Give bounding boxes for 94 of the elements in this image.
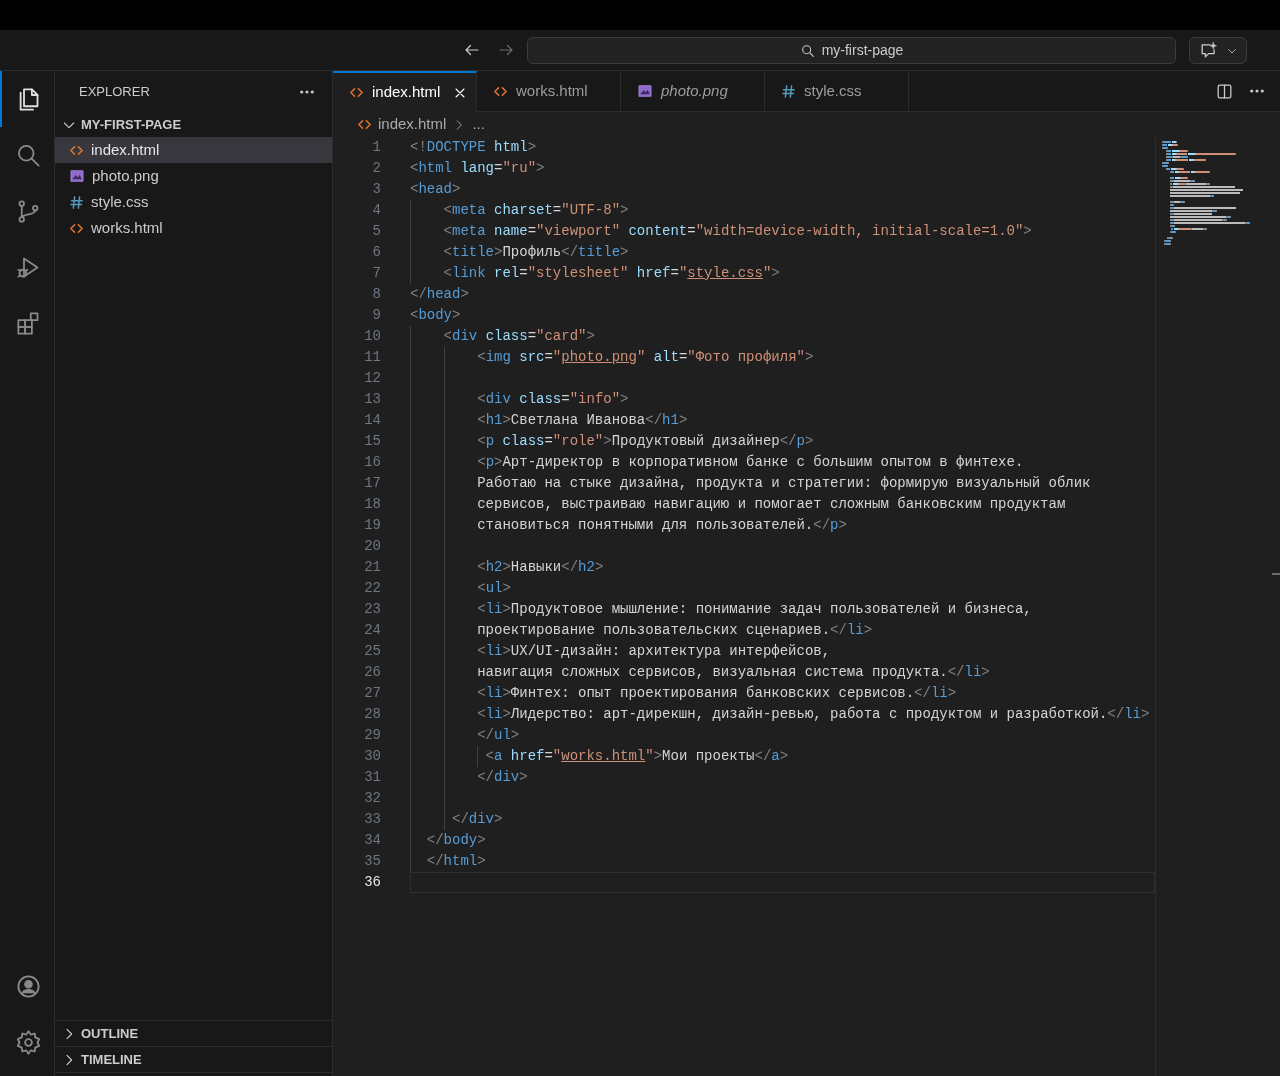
line-number: 2 (371, 159, 381, 178)
line-number: 20 (363, 537, 381, 556)
code-line: <li>UX/UI-дизайн: архитектура интерфейсов, (476, 643, 831, 659)
code-line: сервисов, выстраиваю навигацию и помогает сложным банковским продуктам (476, 496, 1066, 512)
code-line: <h2>Навыки</h2> (476, 559, 604, 575)
line-number: 12 (363, 369, 381, 388)
editor-tab[interactable]: style.css (765, 71, 909, 111)
scroll-marker (1272, 573, 1280, 575)
line-number: 36 (363, 873, 381, 892)
section-header[interactable]: OUTLINE (55, 1020, 332, 1046)
line-number: 13 (363, 390, 381, 409)
line-number: 5 (371, 222, 381, 241)
line-number: 29 (363, 726, 381, 745)
editor-tab[interactable]: works.html (477, 71, 621, 111)
code-line: навигация сложных сервисов, визуальная система продукта.</li> (476, 664, 990, 680)
code-line: <meta charset="UTF-8"> (442, 202, 629, 218)
line-number: 22 (363, 579, 381, 598)
code-line: <!DOCTYPE html> (410, 139, 537, 155)
code-line: <head> (410, 181, 461, 197)
line-number: 6 (371, 243, 381, 262)
code-line: <body> (410, 307, 461, 323)
code-line: <title>Профиль</title> (442, 244, 629, 260)
folder-header[interactable]: MY-FIRST-PAGE (55, 112, 332, 137)
file-item[interactable]: style.css (55, 189, 332, 215)
line-number: 30 (363, 747, 381, 766)
code-line: <h1>Светлана Иванова</h1> (476, 412, 688, 428)
code-line: <a href="works.html">Мои проекты</a> (484, 748, 789, 764)
hash-icon (69, 194, 84, 210)
code-line: Работаю на стыке дизайна, продукта и стратегии: формирую визуальный облик (476, 475, 1091, 491)
file-item[interactable]: works.html (55, 215, 332, 241)
sidebar-title: EXPLORER (79, 82, 150, 101)
code-line: <li>Продуктовое мышление: понимание задач пользователей и бизнеса, (476, 601, 1032, 617)
code-line: <ul> (476, 580, 511, 596)
code-line: </head> (410, 286, 469, 302)
image-icon (637, 83, 653, 99)
code-line: <link rel="stylesheet" href="style.css"> (442, 265, 780, 281)
code-line: </html> (425, 853, 486, 869)
breadcrumb-item[interactable]: index.html (378, 113, 447, 136)
chat-button[interactable] (1189, 37, 1247, 64)
search-icon (799, 42, 816, 59)
editor-tab[interactable]: index.html (333, 71, 477, 112)
line-number: 7 (371, 264, 381, 283)
code-line: </div> (451, 811, 503, 827)
line-number: 25 (363, 642, 381, 661)
line-number: 34 (363, 831, 381, 850)
code-line: <div class="card"> (442, 328, 595, 344)
line-number: 10 (363, 327, 381, 346)
line-number: 33 (363, 810, 381, 829)
code-line: <html lang="ru"> (410, 160, 545, 176)
breadcrumb-item[interactable]: ... (472, 113, 485, 136)
code-line: </div> (476, 769, 528, 785)
code-line: <img src="photo.png" alt="Фото профиля"> (476, 349, 814, 365)
line-number: 23 (363, 600, 381, 619)
line-number: 9 (371, 306, 381, 325)
line-number: 4 (371, 201, 381, 220)
code-line: <p class="role">Продуктовый дизайнер</p> (476, 433, 814, 449)
line-number: 35 (363, 852, 381, 871)
command-center-search[interactable]: my-first-page (527, 37, 1176, 64)
code-icon (357, 117, 372, 132)
account-icon (14, 972, 42, 1000)
hash-icon (781, 83, 796, 99)
file-item[interactable]: photo.png (55, 163, 332, 189)
code-line: </ul> (476, 727, 520, 743)
line-number: 19 (363, 516, 381, 535)
code-line: <div class="info"> (476, 391, 629, 407)
line-number: 28 (363, 705, 381, 724)
editor-tab[interactable]: photo.png (621, 71, 765, 111)
line-number: 18 (363, 495, 381, 514)
line-number: 11 (363, 348, 381, 367)
line-number: 21 (363, 558, 381, 577)
line-number: 31 (363, 768, 381, 787)
section-header[interactable]: TIMELINE (55, 1046, 332, 1072)
line-number: 32 (363, 789, 381, 808)
line-number: 14 (363, 411, 381, 430)
line-number: 3 (371, 180, 381, 199)
line-number: 27 (363, 684, 381, 703)
code-line: проектирование пользовательских сценариев.</li> (476, 622, 873, 638)
code-line: </body> (425, 832, 486, 848)
file-item[interactable]: index.html (55, 137, 332, 163)
code-icon (349, 85, 364, 100)
line-number: 8 (371, 285, 381, 304)
line-number: 24 (363, 621, 381, 640)
line-number: 15 (363, 432, 381, 451)
image-icon (69, 168, 85, 184)
code-line: <p>Арт-директор в корпоративном банке с большим опытом в финтехе. (476, 454, 1024, 470)
line-number: 26 (363, 663, 381, 682)
settings-icon (14, 1028, 42, 1056)
code-line: <meta name="viewport" content="width=device-width, initial-scale=1.0"> (442, 223, 1032, 239)
line-number: 16 (363, 453, 381, 472)
code-line: <li>Финтех: опыт проектирования банковских сервисов.</li> (476, 685, 957, 701)
code-line: становиться понятными для пользователей.</p> (476, 517, 847, 533)
line-number: 1 (371, 138, 381, 157)
line-number: 17 (363, 474, 381, 493)
code-line: <li>Лидерство: арт-дирекшн, дизайн-ревью, работа с продуктом и разработкой.</li> (476, 706, 1150, 722)
